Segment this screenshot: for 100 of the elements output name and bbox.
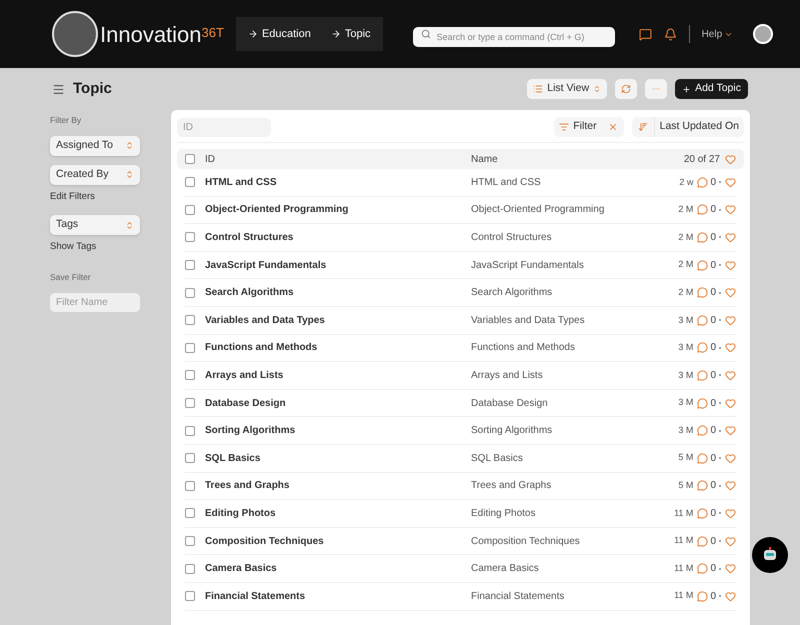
sort-control[interactable]: Last Updated On <box>632 117 744 137</box>
row-checkbox[interactable] <box>185 288 195 298</box>
topic-id-cell[interactable]: Variables and Data Types <box>205 312 471 328</box>
heart-icon[interactable] <box>725 563 736 574</box>
topic-id-cell[interactable]: JavaScript Fundamentals <box>205 258 471 273</box>
heart-icon[interactable] <box>725 342 736 354</box>
topic-id-cell[interactable]: Database Design <box>205 396 471 411</box>
comment-icon[interactable] <box>697 204 708 216</box>
topic-id-cell[interactable]: Arrays and Lists <box>205 368 471 383</box>
row-checkbox[interactable] <box>185 591 195 602</box>
heart-icon[interactable] <box>725 314 736 326</box>
comment-icon[interactable] <box>697 480 708 492</box>
heart-icon[interactable] <box>725 425 736 436</box>
heart-icon[interactable] <box>725 536 736 547</box>
row-checkbox[interactable] <box>185 508 195 518</box>
row-checkbox[interactable] <box>185 232 195 242</box>
select-all-checkbox[interactable] <box>185 154 195 164</box>
row-checkbox[interactable] <box>185 564 195 574</box>
row-checkbox[interactable] <box>185 398 195 408</box>
avatar[interactable] <box>753 24 774 44</box>
breadcrumb-link[interactable]: Topic <box>330 26 371 42</box>
filter-control[interactable]: Filter <box>554 117 624 137</box>
heart-icon[interactable] <box>725 452 736 464</box>
topic-id-cell[interactable]: Trees and Graphs <box>205 478 471 494</box>
search-field[interactable]: Search or type a command (Ctrl + G) <box>412 27 615 47</box>
topic-id-cell[interactable]: Search Algorithms <box>205 285 471 300</box>
comment-icon[interactable] <box>697 287 708 298</box>
comment-icon[interactable] <box>697 260 708 271</box>
heart-icon[interactable] <box>725 260 736 271</box>
comment-icon[interactable] <box>697 590 708 602</box>
comment-icon[interactable] <box>697 370 708 381</box>
heart-icon[interactable] <box>725 176 736 188</box>
topic-id-cell[interactable]: Editing Photos <box>205 506 471 521</box>
updown-icon <box>125 220 134 230</box>
heart-icon[interactable] <box>725 232 736 243</box>
edit-filters-link[interactable]: Edit Filters <box>50 190 140 204</box>
id-filter-field[interactable]: ID <box>177 118 271 136</box>
add-topic-button[interactable]: Add Topic <box>675 79 748 99</box>
comment-icon[interactable] <box>697 342 708 354</box>
heart-icon[interactable] <box>725 590 736 602</box>
topic-id-cell[interactable]: Object-Oriented Programming <box>205 202 471 218</box>
comment-icon[interactable] <box>697 536 708 547</box>
row-checkbox[interactable] <box>185 260 195 270</box>
topic-id-cell[interactable]: Sorting Algorithms <box>205 423 471 438</box>
heart-icon[interactable] <box>725 204 736 216</box>
filter-button[interactable]: Filter <box>554 119 602 135</box>
topic-id-cell[interactable]: HTML and CSS <box>205 174 471 190</box>
modified-time: 2 w <box>678 176 694 189</box>
row-checkbox[interactable] <box>185 370 195 380</box>
heart-icon[interactable] <box>725 154 736 164</box>
heart-icon[interactable] <box>725 508 736 519</box>
topic-name-cell-text: Financial Statements <box>471 590 566 604</box>
filter-select[interactable]: Assigned To <box>50 136 140 156</box>
modified-time: 2 M <box>677 286 694 299</box>
sort-icon[interactable] <box>638 122 648 132</box>
topic-id-cell[interactable]: Control Structures <box>205 230 471 245</box>
comment-icon[interactable] <box>697 314 708 326</box>
topic-name-cell-text: Editing Photos <box>471 506 536 521</box>
show-tags-link[interactable]: Show Tags <box>50 240 140 254</box>
heart-icon[interactable] <box>725 287 736 298</box>
comment-icon[interactable] <box>697 232 708 243</box>
row-checkbox[interactable] <box>185 177 195 188</box>
topic-id-cell[interactable]: Composition Techniques <box>205 534 471 549</box>
filter-select[interactable]: Tags <box>50 215 140 235</box>
topic-id-cell[interactable]: Functions and Methods <box>205 340 471 356</box>
comment-icon[interactable] <box>697 563 708 574</box>
chat-icon[interactable] <box>638 28 652 40</box>
heart-icon[interactable] <box>725 398 736 409</box>
heart-icon[interactable] <box>725 370 736 381</box>
comment-icon[interactable] <box>697 425 708 436</box>
help-menu[interactable]: Help <box>702 26 734 42</box>
topic-id-cell[interactable]: Camera Basics <box>205 561 471 576</box>
filter-name-field[interactable]: Filter Name <box>50 293 140 312</box>
clear-filter-icon[interactable] <box>608 122 618 132</box>
row-checkbox[interactable] <box>185 204 195 215</box>
view-select[interactable]: List View <box>527 79 608 99</box>
row-checkbox[interactable] <box>185 315 195 326</box>
topic-id-cell[interactable]: SQL Basics <box>205 450 471 466</box>
sort-button[interactable]: Last Updated On <box>654 117 744 137</box>
row-checkbox[interactable] <box>185 480 195 491</box>
assistant-bot-button[interactable] <box>752 537 788 573</box>
breadcrumb-link[interactable]: Education <box>248 26 311 42</box>
heart-icon[interactable] <box>725 480 736 492</box>
comment-icon[interactable] <box>697 176 708 188</box>
filter-select[interactable]: Created By <box>50 164 140 185</box>
row-checkbox[interactable] <box>185 342 195 353</box>
comment-icon[interactable] <box>697 508 708 519</box>
menu-icon[interactable] <box>52 82 65 96</box>
comment-icon[interactable] <box>697 452 708 464</box>
row-checkbox[interactable] <box>185 426 195 436</box>
column-header: ID <box>205 152 216 166</box>
topic-id-cell[interactable]: Financial Statements <box>205 588 471 604</box>
row-checkbox[interactable] <box>185 453 195 464</box>
refresh-button[interactable] <box>615 79 638 99</box>
row-checkbox[interactable] <box>185 536 195 546</box>
list-icon <box>533 84 544 94</box>
bell-icon[interactable] <box>664 28 677 40</box>
comment-count: 0 <box>710 230 716 245</box>
comment-icon[interactable] <box>697 398 708 409</box>
updown-icon <box>125 170 134 180</box>
